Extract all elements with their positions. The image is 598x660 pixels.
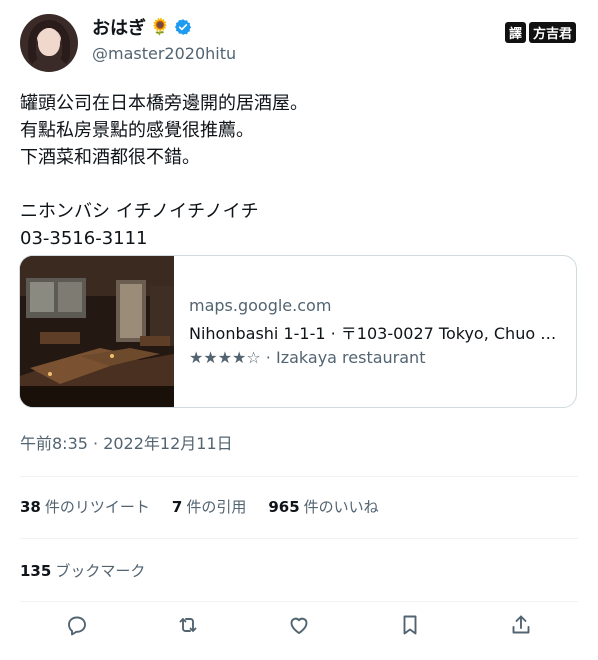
restaurant-photo xyxy=(20,256,174,407)
divider xyxy=(20,601,578,602)
tweet-line: 有點私房景點的感覺很推薦。 xyxy=(20,120,254,141)
reply-button[interactable] xyxy=(64,612,90,638)
bookmark-icon xyxy=(403,615,417,635)
retweet-icon xyxy=(179,618,197,632)
link-rating: ★★★★☆ · Izakaya restaurant xyxy=(189,348,426,367)
quotes-stat[interactable]: 7 件の引用 xyxy=(172,496,246,517)
tweet-line: 罐頭公司在日本橋旁邊開的居酒屋。 xyxy=(20,93,308,114)
likes-count: 965 xyxy=(268,498,300,516)
tweet-line xyxy=(20,171,308,198)
like-icon xyxy=(290,617,308,634)
likes-label: 件のいいね xyxy=(303,498,379,516)
retweets-stat[interactable]: 38 件のリツイート xyxy=(20,496,150,517)
retweets-count: 38 xyxy=(20,498,41,516)
link-domain: maps.google.com xyxy=(189,296,332,315)
tweet-line: ニホンバシ イチノイチノイチ xyxy=(20,201,259,222)
engagement-stats: 38 件のリツイート 7 件の引用 965 件のいいね xyxy=(20,496,379,517)
watermark-author: 方吉君 xyxy=(528,22,576,43)
translation-watermark: 譯 方吉君 xyxy=(504,22,576,43)
bookmarks-count: 135 xyxy=(20,562,52,580)
bookmark-button[interactable] xyxy=(397,612,423,638)
share-button[interactable] xyxy=(508,612,534,638)
tweet-text: 罐頭公司在日本橋旁邊開的居酒屋。 有點私房景點的感覺很推薦。 下酒菜和酒都很不錯… xyxy=(20,90,308,252)
quotes-count: 7 xyxy=(171,498,183,516)
author-name[interactable]: おはぎ xyxy=(92,14,146,40)
verified-badge-icon xyxy=(174,18,192,36)
tweet-line: 03-3516-3111 xyxy=(20,228,148,249)
divider xyxy=(20,538,578,539)
watermark-tag: 譯 xyxy=(504,22,526,43)
bookmarks-stat[interactable]: 135 ブックマーク xyxy=(20,560,145,581)
like-button[interactable] xyxy=(286,612,312,638)
tweet-timestamp[interactable]: 午前8:35 · 2022年12月11日 xyxy=(20,430,233,454)
author-name-row[interactable]: おはぎ 🌻 xyxy=(92,14,192,40)
link-title: Nihonbashi 1-1-1 · 〒103-0027 Tokyo, Chuo… xyxy=(189,324,559,343)
link-card[interactable]: maps.google.com Nihonbashi 1-1-1 · 〒103-… xyxy=(19,255,577,408)
reply-icon xyxy=(68,616,86,636)
tweet-line: 下酒菜和酒都很不錯。 xyxy=(20,147,200,168)
retweets-label: 件のリツイート xyxy=(44,498,150,516)
sunflower-emoji: 🌻 xyxy=(150,17,170,36)
link-card-info[interactable]: maps.google.com Nihonbashi 1-1-1 · 〒103-… xyxy=(189,296,569,372)
action-bar xyxy=(20,612,578,638)
divider xyxy=(20,476,578,477)
avatar[interactable] xyxy=(20,14,78,72)
retweet-button[interactable] xyxy=(175,612,201,638)
quotes-label: 件の引用 xyxy=(186,498,247,516)
avatar-face xyxy=(38,28,60,56)
likes-stat[interactable]: 965 件のいいね xyxy=(268,496,378,517)
bookmarks-label: ブックマーク xyxy=(55,562,146,580)
share-icon xyxy=(512,615,530,634)
author-handle[interactable]: @master2020hitu xyxy=(92,44,236,63)
